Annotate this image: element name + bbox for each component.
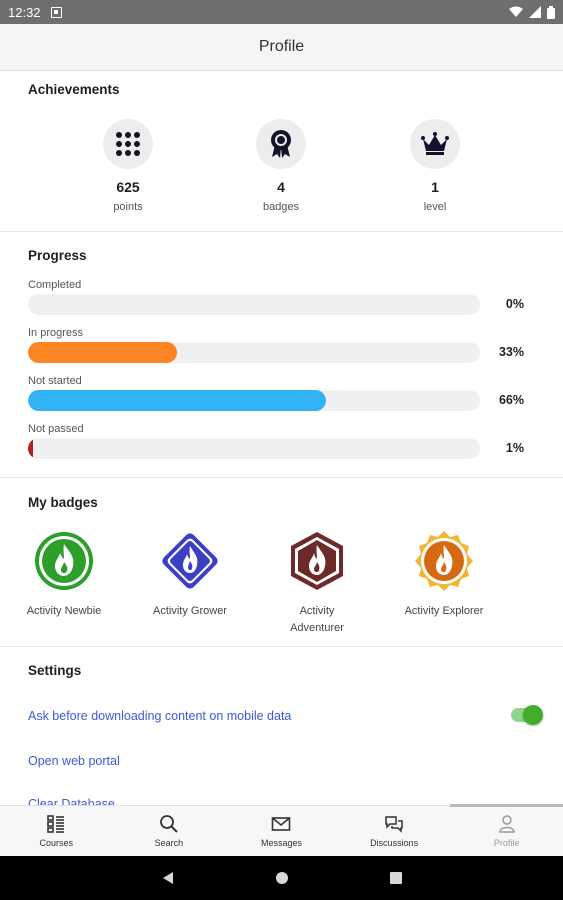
progress-label: In progress <box>28 327 84 339</box>
person-icon <box>498 815 515 833</box>
toggle-knob <box>523 705 543 725</box>
settings-section: Settings Ask before downloading content … <box>0 647 563 805</box>
achievements-section: Achievements 625 points 4 badges 1 level <box>0 71 563 232</box>
badge-label: Activity Newbie <box>26 605 102 617</box>
progress-percent: 66% <box>498 393 524 407</box>
progress-percent: 33% <box>498 345 524 359</box>
progress-percent: 1% <box>505 441 524 455</box>
progress-bar <box>28 438 480 459</box>
progress-fill <box>28 438 33 459</box>
profile-content[interactable]: Achievements 625 points 4 badges 1 level… <box>0 71 563 805</box>
status-bar: 12:32 <box>0 0 563 24</box>
recents-button[interactable] <box>386 868 406 888</box>
back-triangle-icon <box>162 872 173 884</box>
achievement-badges: 4 badges <box>241 119 321 213</box>
progress-row-in-progress: In progress 33% <box>28 327 538 363</box>
progress-bar <box>28 390 480 411</box>
badges-title: My badges <box>28 495 98 510</box>
battery-icon <box>547 5 555 19</box>
app-header: Profile <box>0 24 563 71</box>
nav-messages[interactable]: Messages <box>225 806 338 856</box>
crown-icon <box>410 119 460 169</box>
flame-badge-icon <box>162 533 218 589</box>
progress-label: Not passed <box>28 423 84 435</box>
search-icon <box>159 815 178 833</box>
achievements-title: Achievements <box>28 82 120 97</box>
mobile-data-toggle[interactable] <box>511 705 543 725</box>
chat-bubbles-icon <box>385 816 403 833</box>
badges-value: 4 <box>277 179 285 195</box>
badge-activity-newbie[interactable]: Activity Newbie <box>14 530 114 620</box>
progress-bar <box>28 342 480 363</box>
status-time: 12:32 <box>8 4 41 20</box>
wifi-icon <box>509 6 523 17</box>
progress-row-not-passed: Not passed 1% <box>28 423 538 459</box>
open-web-portal-link[interactable]: Open web portal <box>28 754 120 768</box>
badges-section: My badges Activity Newbie Activity Growe… <box>0 478 563 647</box>
recents-square-icon <box>389 872 402 884</box>
nav-discussions[interactable]: Discussions <box>338 806 451 856</box>
level-value: 1 <box>431 179 439 195</box>
badge-label: Activity Grower <box>153 605 227 617</box>
settings-title: Settings <box>28 663 82 678</box>
progress-title: Progress <box>28 248 87 263</box>
medal-icon <box>256 119 306 169</box>
nav-search[interactable]: Search <box>113 806 226 856</box>
badge-label: Activity Explorer <box>404 605 484 617</box>
nav-messages-label: Messages <box>260 838 302 848</box>
page-title: Profile <box>258 38 305 55</box>
progress-row-completed: Completed 0% <box>28 279 538 315</box>
badge-activity-explorer[interactable]: Activity Explorer <box>394 530 494 620</box>
badge-activity-grower[interactable]: Activity Grower <box>140 530 240 620</box>
progress-percent: 0% <box>505 297 524 311</box>
badge-activity-adventurer[interactable]: Activity Adventurer <box>267 530 367 637</box>
badge-label: Activity Adventurer <box>290 605 344 634</box>
mail-icon <box>272 817 291 831</box>
signal-icon <box>529 6 541 18</box>
achievement-points: 625 points <box>88 119 168 213</box>
progress-row-not-started: Not started 66% <box>28 375 538 411</box>
badges-label: badges <box>262 201 300 213</box>
level-label: level <box>423 201 447 213</box>
notification-icon <box>50 6 62 18</box>
progress-bar <box>28 294 480 315</box>
nav-search-label: Search <box>154 838 184 848</box>
courses-icon <box>47 815 65 833</box>
nav-profile[interactable]: Profile <box>450 804 563 856</box>
flame-badge-icon <box>35 532 93 590</box>
home-circle-icon <box>275 872 288 884</box>
grid-dots-icon <box>103 119 153 169</box>
progress-label: Completed <box>28 279 82 291</box>
achievement-level: 1 level <box>395 119 475 213</box>
nav-courses[interactable]: Courses <box>0 806 113 856</box>
clear-database-link[interactable]: Clear Database <box>28 797 115 805</box>
ask-before-download-setting[interactable]: Ask before downloading content on mobile… <box>28 709 291 723</box>
bottom-navigation: Courses Search Messages Discussions Prof… <box>0 804 563 856</box>
nav-courses-label: Courses <box>39 838 74 848</box>
progress-section: Progress Completed 0% In progress 33% No… <box>0 232 563 478</box>
system-navigation-bar <box>0 856 563 900</box>
home-button[interactable] <box>272 868 292 888</box>
progress-fill <box>28 342 178 363</box>
nav-discussions-label: Discussions <box>370 838 419 848</box>
flame-badge-icon <box>415 531 473 591</box>
points-label: points <box>113 201 143 213</box>
points-value: 625 <box>116 179 140 195</box>
flame-badge-icon <box>291 532 343 590</box>
progress-label: Not started <box>28 375 82 387</box>
back-button[interactable] <box>158 868 178 888</box>
nav-profile-label: Profile <box>493 838 520 848</box>
progress-fill <box>28 390 327 411</box>
